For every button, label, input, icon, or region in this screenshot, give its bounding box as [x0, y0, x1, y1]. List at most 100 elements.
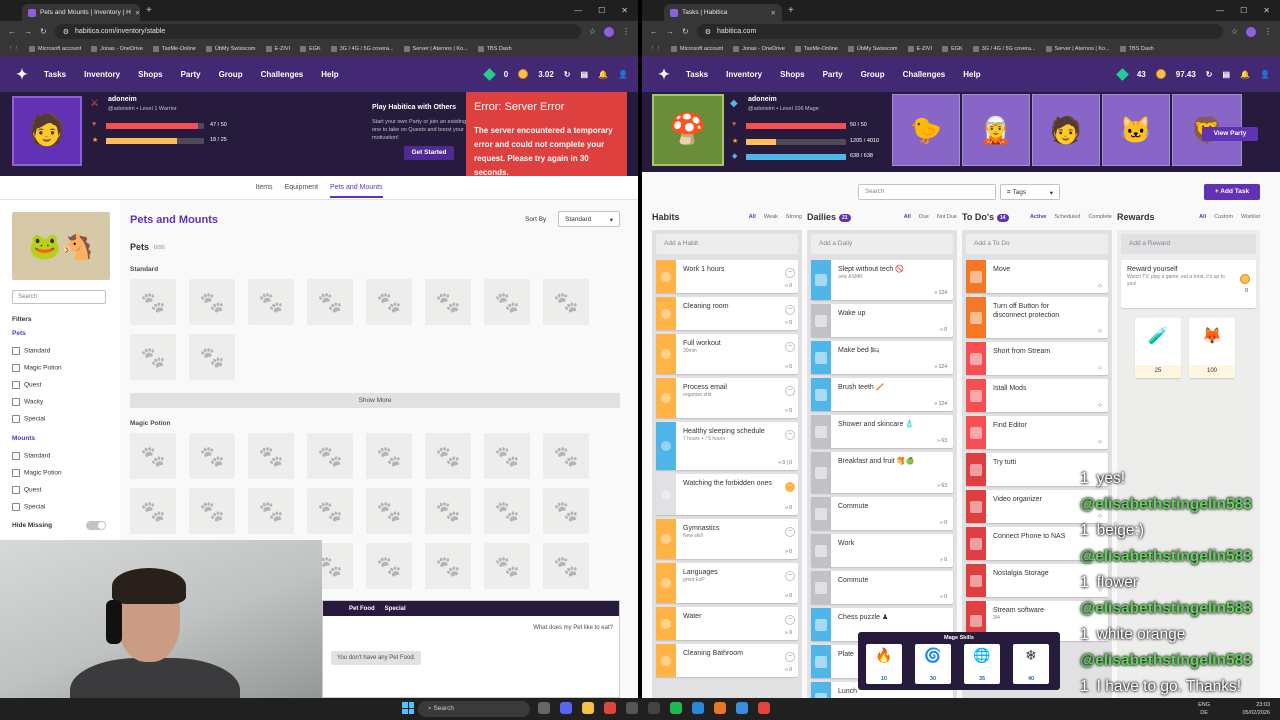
filter-tab[interactable]: Not Due	[937, 214, 957, 220]
user-icon[interactable]: 👤	[618, 70, 628, 79]
bookmark-item[interactable]: TBS Dash	[477, 46, 512, 52]
mount-filter-checkbox[interactable]: Magic Potion	[12, 469, 62, 477]
checkbox[interactable]	[811, 415, 831, 448]
checkbox[interactable]	[12, 469, 20, 477]
hide-missing-toggle[interactable]	[86, 521, 106, 530]
party-member[interactable]: 🐤	[892, 94, 960, 166]
new-tab-icon[interactable]: +	[146, 5, 152, 16]
profile-avatar[interactable]	[1246, 26, 1256, 37]
mount-filter-checkbox[interactable]: Special	[12, 503, 45, 511]
bookmark-item[interactable]: EGK	[300, 46, 321, 52]
pet-filter-checkbox[interactable]: Wacky	[12, 398, 43, 406]
messages-icon[interactable]: ▤	[581, 70, 589, 79]
checkbox[interactable]	[966, 416, 986, 449]
sync-icon[interactable]: ↻	[564, 70, 571, 79]
party-member[interactable]: 🧑	[1032, 94, 1100, 166]
checkbox[interactable]	[811, 608, 831, 641]
notifications-icon[interactable]: 🔔	[598, 70, 608, 79]
get-started-button[interactable]: Get Started	[404, 146, 454, 160]
url-field[interactable]: ⚙ habitica.com/inventory/stable	[54, 24, 581, 39]
checkbox[interactable]	[12, 381, 20, 389]
close-icon[interactable]: ✕	[771, 9, 776, 17]
pet-slot[interactable]: 🐾	[484, 433, 530, 479]
pet-slot[interactable]: 🐾	[130, 279, 176, 325]
plus-button[interactable]	[656, 519, 676, 559]
pet-filter-checkbox[interactable]: Standard	[12, 347, 50, 355]
clock-time[interactable]: 23:03	[1242, 701, 1270, 709]
plus-button[interactable]	[656, 378, 676, 418]
daily-item[interactable]: Make bed 🛏 » 124	[811, 341, 953, 374]
nav-party[interactable]: Party	[181, 70, 201, 79]
minus-button[interactable]: −	[785, 615, 795, 625]
pet-slot[interactable]: 🐾	[366, 279, 412, 325]
back-icon[interactable]: ←	[650, 27, 658, 36]
checkbox[interactable]	[811, 341, 831, 374]
pet-slot[interactable]: 🐾	[425, 543, 471, 589]
add-daily-input[interactable]: Add a Daily	[811, 234, 953, 254]
mount-filter-checkbox[interactable]: Standard	[12, 452, 50, 460]
tab-pets-mounts[interactable]: Pets and Mounts | Inventory | H ✕	[22, 4, 140, 21]
pet-filter-checkbox[interactable]: Quest	[12, 381, 41, 389]
tab-pet-food[interactable]: Pet Food	[349, 606, 375, 612]
minus-button[interactable]: −	[785, 430, 795, 440]
filter-tab[interactable]: All	[1199, 214, 1206, 220]
windows-start-icon[interactable]	[402, 702, 414, 714]
checkbox[interactable]	[811, 645, 831, 678]
pet-slot[interactable]: 🐾	[130, 334, 176, 380]
todo-item[interactable]: Short from Stream ◇	[966, 342, 1108, 375]
plus-button[interactable]	[656, 474, 676, 515]
chrome-icon[interactable]	[604, 702, 616, 714]
pet-slot[interactable]: 🐾	[543, 543, 589, 589]
nav-inventory[interactable]: Inventory	[726, 70, 762, 79]
daily-item[interactable]: Shower and skincare 🧴 » 63	[811, 415, 953, 448]
maximize-icon[interactable]: ☐	[1240, 6, 1247, 15]
add-reward-input[interactable]: Add a Reward	[1121, 234, 1256, 254]
filter-tab[interactable]: Scheduled	[1054, 214, 1080, 220]
pet-slot[interactable]: 🐾	[248, 433, 294, 479]
plus-button[interactable]	[656, 422, 676, 470]
subnav-pets-mounts[interactable]: Pets and Mounts	[330, 178, 383, 198]
nav-shops[interactable]: Shops	[780, 70, 804, 79]
discord-icon[interactable]	[560, 702, 572, 714]
nav-shops[interactable]: Shops	[138, 70, 162, 79]
checkbox[interactable]	[811, 497, 831, 530]
daily-item[interactable]: Commute » 0	[811, 497, 953, 530]
filter-tab[interactable]: All	[904, 214, 911, 220]
pet-slot[interactable]: 🐾	[307, 279, 353, 325]
pet-slot[interactable]: 🐾	[130, 488, 176, 534]
custom-reward[interactable]: Reward yourself Watch TV, play a game, e…	[1121, 260, 1256, 308]
checkbox[interactable]	[966, 527, 986, 560]
nav-party[interactable]: Party	[823, 70, 843, 79]
sync-icon[interactable]: ↻	[1206, 70, 1213, 79]
pet-slot[interactable]: 🐾	[484, 279, 530, 325]
nav-tasks[interactable]: Tasks	[686, 70, 708, 79]
tab-tasks[interactable]: Tasks | Habitica ✕	[664, 4, 782, 21]
spotify-icon[interactable]	[670, 702, 682, 714]
reward-item[interactable]: 🧪 25	[1135, 318, 1181, 378]
habit-item[interactable]: Process email organize shit » 0 −	[656, 378, 798, 418]
plus-button[interactable]	[656, 644, 676, 677]
habit-item[interactable]: Watching the forbidden ones » 0 −	[656, 474, 798, 515]
plus-button[interactable]	[656, 297, 676, 330]
pet-slot[interactable]: 🐾	[543, 279, 589, 325]
habit-item[interactable]: Work 1 hours » 0 −	[656, 260, 798, 293]
forward-icon[interactable]: →	[24, 27, 32, 36]
sort-select[interactable]: Standard ▾	[558, 211, 620, 227]
tags-dropdown[interactable]: ⌗ Tags ▾	[1000, 184, 1060, 200]
pet-slot[interactable]: 🐾	[189, 488, 235, 534]
minus-button[interactable]: −	[785, 268, 795, 278]
file-explorer-icon[interactable]	[582, 702, 594, 714]
add-todo-input[interactable]: Add a To Do	[966, 234, 1108, 254]
habit-item[interactable]: Gymnastics New skill » 0 −	[656, 519, 798, 559]
back-icon[interactable]: ←	[8, 27, 16, 36]
habit-item[interactable]: Full workout 30min » 0 −	[656, 334, 798, 374]
pet-slot[interactable]: 🐾	[366, 488, 412, 534]
todo-item[interactable]: Istall Mods ◇	[966, 379, 1108, 412]
bookmark-item[interactable]: EGK	[942, 46, 963, 52]
bookmark-item[interactable]: ÜbMy Swisscom	[847, 46, 898, 52]
todo-item[interactable]: Find Editor ◇	[966, 416, 1108, 449]
minus-button[interactable]: −	[785, 482, 795, 492]
checkbox[interactable]	[966, 342, 986, 375]
forward-icon[interactable]: →	[666, 27, 674, 36]
habit-item[interactable]: Water » 0 −	[656, 607, 798, 640]
